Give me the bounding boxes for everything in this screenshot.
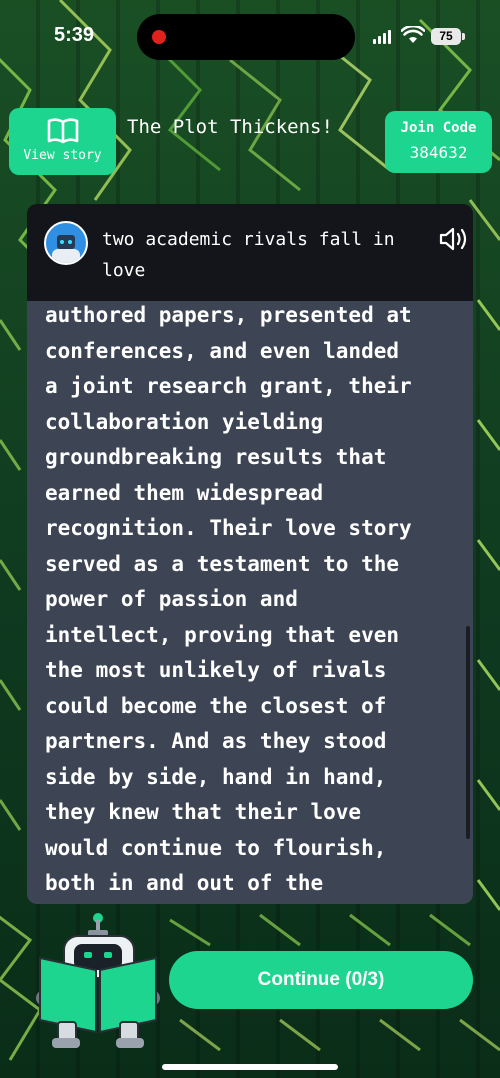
dynamic-island	[137, 14, 355, 60]
story-text-line: earned them widespread	[45, 480, 324, 505]
home-indicator[interactable]	[162, 1064, 338, 1070]
story-text-line: power of passion and	[45, 587, 298, 611]
story-text-line: they knew that their love	[45, 800, 362, 824]
speaker-icon[interactable]	[439, 226, 469, 252]
story-text-line: side by side, hand in hand,	[45, 764, 387, 789]
scrollbar[interactable]	[466, 626, 470, 839]
join-code-label: Join Code	[400, 120, 477, 136]
join-code-badge: Join Code 384632	[385, 111, 492, 173]
view-story-label: View story	[23, 148, 102, 163]
status-time: 5:39	[54, 24, 95, 46]
story-text-line: could become the closest of	[45, 693, 387, 718]
robot-avatar	[44, 221, 88, 265]
continue-button[interactable]: Continue (0/3)	[169, 951, 473, 1009]
story-text-line: would continue to flourish,	[45, 835, 387, 860]
story-text: authored papers, presented at conferences…	[45, 301, 455, 902]
status-bar: 5:39 75	[0, 0, 500, 78]
story-text-line: both in and out of the	[45, 871, 324, 895]
page-title: The Plot Thickens!	[127, 116, 333, 138]
story-prompt-header: two academic rivals fall in love	[27, 204, 473, 301]
signal-icon	[373, 30, 393, 44]
story-text-line: partners. And as they stood	[45, 729, 387, 753]
view-story-button[interactable]: View story	[9, 108, 116, 175]
join-code-value: 384632	[409, 143, 468, 162]
story-text-line: authored papers, presented at	[45, 303, 412, 327]
story-text-line: recognition. Their love story	[45, 516, 412, 540]
story-text-line: collaboration yielding	[45, 409, 324, 434]
story-prompt: two academic rivals fall in love	[102, 229, 395, 281]
story-text-line: served as a testament to the	[45, 551, 400, 576]
story-text-panel[interactable]: authored papers, presented at conferences…	[27, 301, 473, 904]
battery-icon: 75	[431, 28, 465, 45]
story-text-line: intellect, proving that even	[45, 622, 400, 647]
wifi-icon	[401, 26, 425, 43]
story-text-line: groundbreaking results that	[45, 445, 387, 469]
recording-indicator	[152, 30, 166, 44]
story-text-line: conferences, and even landed	[45, 338, 400, 363]
story-text-line: the most unlikely of rivals	[45, 658, 387, 682]
story-text-line: a joint research grant, their	[45, 374, 412, 398]
robot-reading-mascot	[36, 913, 160, 1048]
book-open-icon	[47, 118, 79, 144]
